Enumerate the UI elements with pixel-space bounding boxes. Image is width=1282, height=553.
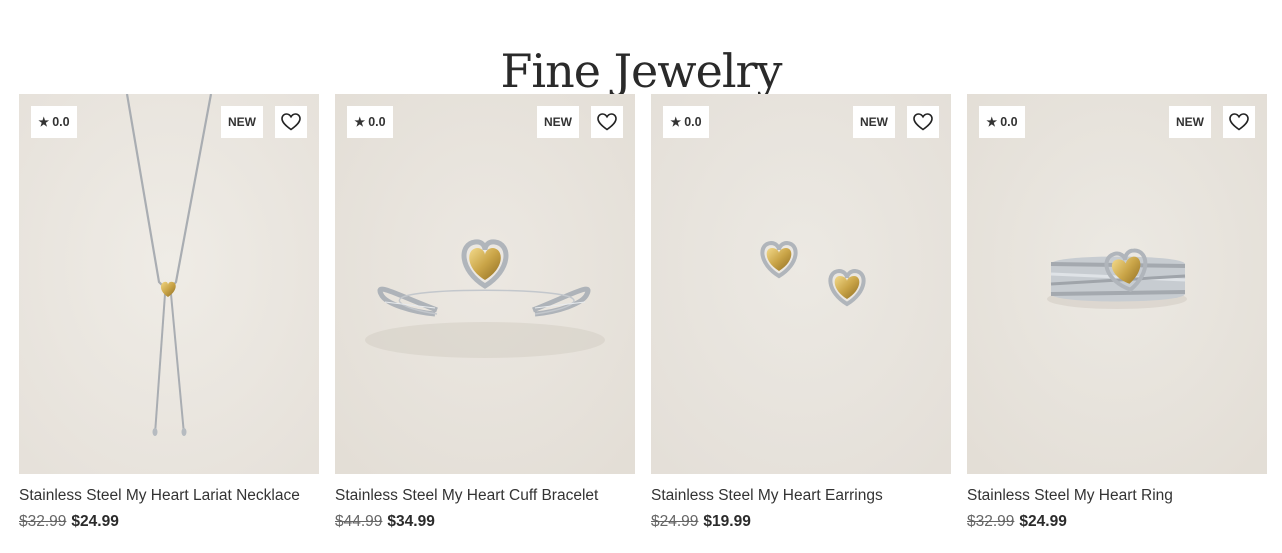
heart-outline-icon xyxy=(281,113,301,131)
bracelet-image xyxy=(335,94,635,474)
product-card[interactable]: ★ 0.0 NEW Stainless Steel My Heart Earrin… xyxy=(651,94,951,544)
sale-price: $34.99 xyxy=(387,513,435,530)
original-price: $32.99 xyxy=(19,513,67,530)
product-image-earrings[interactable]: ★ 0.0 NEW xyxy=(651,94,951,474)
product-grid: ★ 0.0 NEW Stainless Steel My Heart Lariat… xyxy=(19,94,1267,544)
sale-price: $19.99 xyxy=(703,513,751,530)
original-price: $24.99 xyxy=(651,513,699,530)
star-icon: ★ xyxy=(986,115,998,129)
heart-outline-icon xyxy=(597,113,617,131)
product-image-bracelet[interactable]: ★ 0.0 NEW xyxy=(335,94,635,474)
star-icon: ★ xyxy=(38,115,50,129)
rating-value: 0.0 xyxy=(684,115,702,129)
wishlist-button[interactable] xyxy=(1223,106,1255,138)
product-name[interactable]: Stainless Steel My Heart Lariat Necklace xyxy=(19,487,319,505)
product-image-ring[interactable]: ★ 0.0 NEW xyxy=(967,94,1267,474)
wishlist-button[interactable] xyxy=(591,106,623,138)
new-badge: NEW xyxy=(221,106,263,138)
product-name[interactable]: Stainless Steel My Heart Ring xyxy=(967,487,1267,505)
heart-outline-icon xyxy=(913,113,933,131)
product-price: $32.99 $24.99 xyxy=(19,513,119,531)
sale-price: $24.99 xyxy=(71,513,119,530)
rating-badge: ★ 0.0 xyxy=(31,106,77,138)
rating-badge: ★ 0.0 xyxy=(663,106,709,138)
product-image-necklace[interactable]: ★ 0.0 NEW xyxy=(19,94,319,474)
product-card[interactable]: ★ 0.0 NEW Stainless Steel My Heart Ring $… xyxy=(967,94,1267,544)
heart-outline-icon xyxy=(1229,113,1249,131)
product-name[interactable]: Stainless Steel My Heart Earrings xyxy=(651,487,951,505)
product-card[interactable]: ★ 0.0 NEW Stainless Steel My Heart Lariat… xyxy=(19,94,319,544)
new-badge: NEW xyxy=(853,106,895,138)
rating-value: 0.0 xyxy=(1000,115,1018,129)
rating-badge: ★ 0.0 xyxy=(347,106,393,138)
rating-badge: ★ 0.0 xyxy=(979,106,1025,138)
wishlist-button[interactable] xyxy=(275,106,307,138)
ring-image xyxy=(967,94,1267,474)
original-price: $32.99 xyxy=(967,513,1015,530)
product-price: $24.99 $19.99 xyxy=(651,513,751,531)
new-badge: NEW xyxy=(1169,106,1211,138)
wishlist-button[interactable] xyxy=(907,106,939,138)
product-name[interactable]: Stainless Steel My Heart Cuff Bracelet xyxy=(335,487,635,505)
product-card[interactable]: ★ 0.0 NEW Stainless Steel My Heart Cuff B… xyxy=(335,94,635,544)
necklace-image xyxy=(19,94,319,474)
product-price: $44.99 $34.99 xyxy=(335,513,435,531)
sale-price: $24.99 xyxy=(1019,513,1067,530)
product-price: $32.99 $24.99 xyxy=(967,513,1067,531)
earrings-image xyxy=(651,94,951,474)
star-icon: ★ xyxy=(354,115,366,129)
rating-value: 0.0 xyxy=(368,115,386,129)
star-icon: ★ xyxy=(670,115,682,129)
original-price: $44.99 xyxy=(335,513,383,530)
new-badge: NEW xyxy=(537,106,579,138)
rating-value: 0.0 xyxy=(52,115,70,129)
